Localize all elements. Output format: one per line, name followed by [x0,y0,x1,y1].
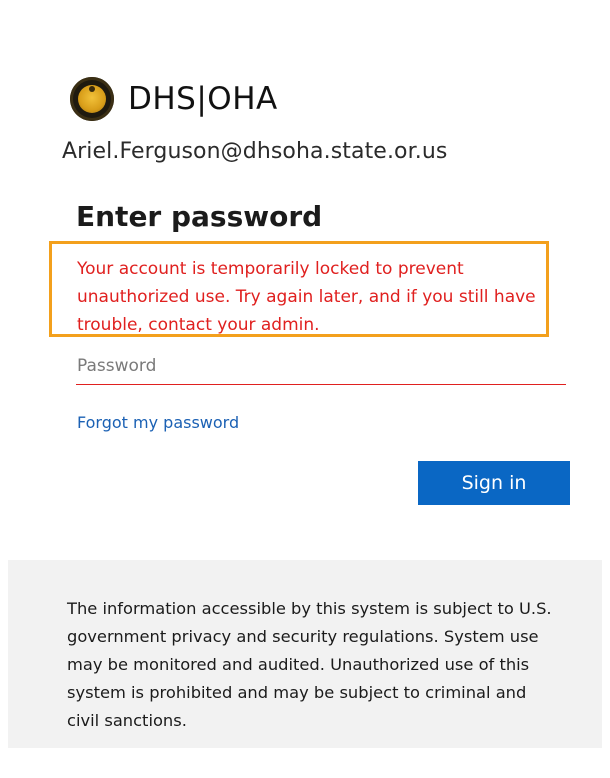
error-message: Your account is temporarily locked to pr… [77,259,536,335]
brand-name: DHS|OHA [128,80,278,117]
legal-notice-panel: The information accessible by this syste… [8,560,602,748]
password-field-wrapper [76,347,566,387]
password-input[interactable] [76,347,566,385]
state-seal-icon [70,77,114,121]
forgot-password-link[interactable]: Forgot my password [77,413,239,432]
error-highlight-box: Your account is temporarily locked to pr… [49,241,549,337]
account-email: Ariel.Ferguson@dhsoha.state.or.us [62,139,448,164]
brand-header: DHS|OHA [70,69,278,129]
sign-in-card: DHS|OHA Ariel.Ferguson@dhsoha.state.or.u… [8,8,602,560]
sign-in-page: DHS|OHA Ariel.Ferguson@dhsoha.state.or.u… [0,0,610,778]
seal-eagle [89,86,95,92]
sign-in-button[interactable]: Sign in [418,461,570,505]
legal-notice-text: The information accessible by this syste… [67,599,552,730]
page-title: Enter password [76,200,323,233]
